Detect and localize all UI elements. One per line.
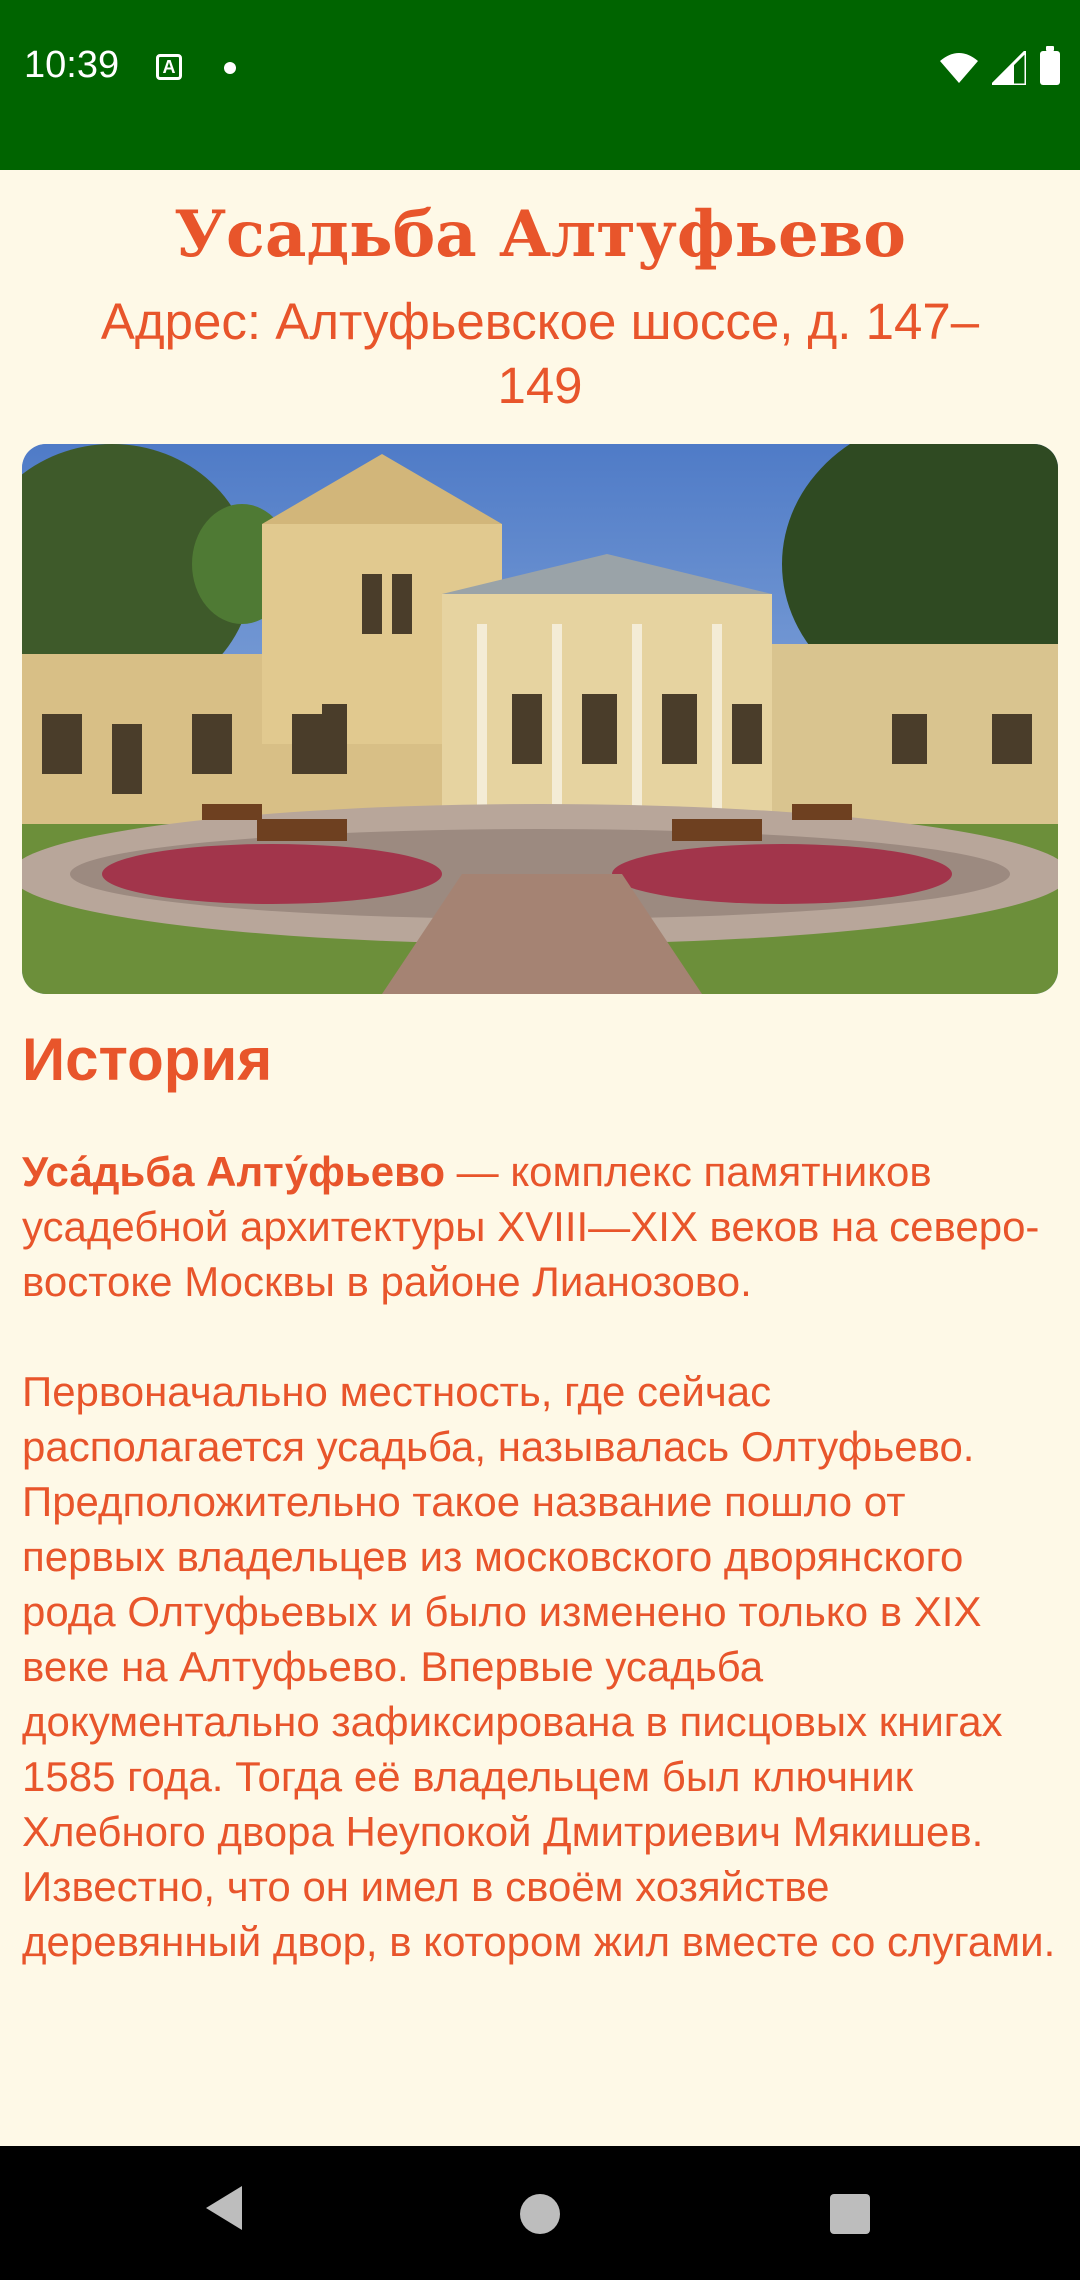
history-heading: История bbox=[22, 1026, 273, 1093]
page-title: Усадьба Алтуфьево bbox=[174, 197, 906, 272]
wifi-icon bbox=[940, 53, 978, 83]
estate-name-bold: Уса́дьба Алту́фьево bbox=[22, 1148, 445, 1195]
navigation-bar bbox=[0, 2146, 1080, 2280]
status-time: 10:39 bbox=[24, 44, 120, 86]
content-scroll[interactable]: Усадьба Алтуфьево Адрес: Алтуфьевское шо… bbox=[0, 170, 1080, 2146]
battery-icon bbox=[1040, 46, 1060, 85]
estate-photo bbox=[22, 444, 1058, 994]
address-text: Адрес: Алтуфьевское шоссе, д. 147–149 bbox=[100, 293, 980, 414]
notification-app-icon: A bbox=[156, 54, 182, 80]
status-icons bbox=[940, 46, 1060, 88]
history-paragraph: Первоначально местность, где сейчас расп… bbox=[22, 1368, 1056, 1965]
status-bar: 10:39 A bbox=[0, 0, 1080, 170]
home-button[interactable] bbox=[520, 2194, 560, 2234]
recents-button[interactable] bbox=[830, 2194, 870, 2234]
intro-paragraph: Уса́дьба Алту́фьево — комплекс памятнико… bbox=[0, 1144, 1080, 1309]
signal-icon bbox=[992, 51, 1026, 85]
back-button[interactable] bbox=[202, 2182, 246, 2234]
notification-dot-icon bbox=[224, 62, 236, 74]
